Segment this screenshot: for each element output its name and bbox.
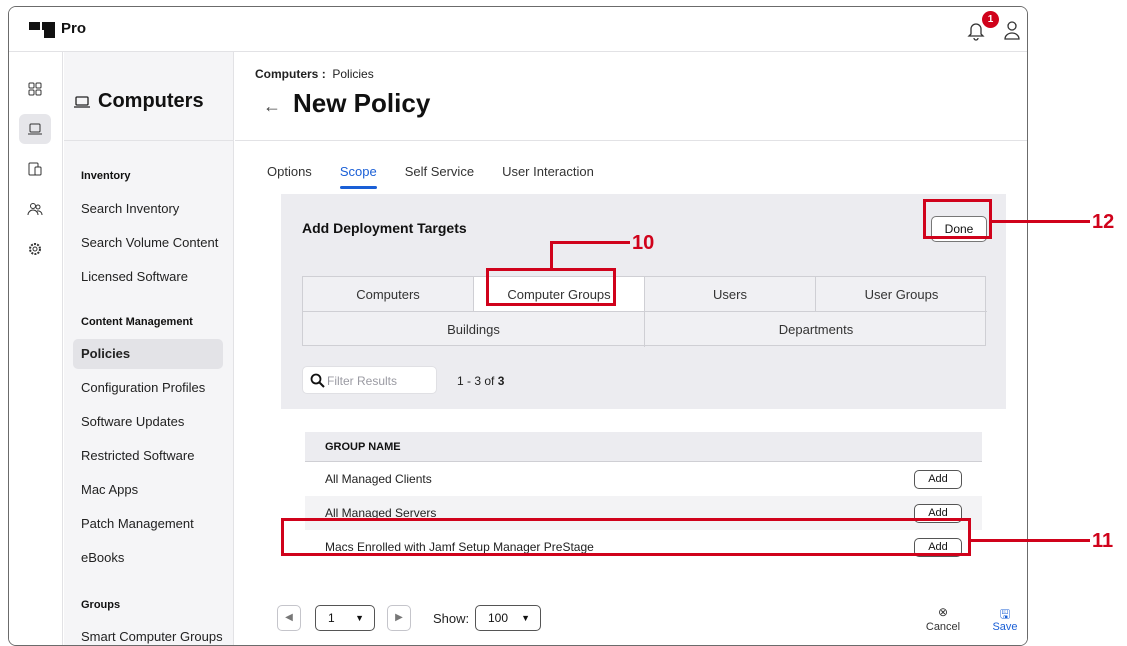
search-icon [310,373,325,388]
segment-departments[interactable]: Departments [645,312,987,347]
annotation-line [992,220,1090,223]
icon-rail [9,52,63,645]
annotation-number-12: 12 [1092,211,1115,233]
user-icon[interactable] [1003,20,1021,40]
breadcrumb-page: Policies [332,67,374,81]
annotation-line [550,241,553,269]
main-content: Computers : Policies ← New Policy Option… [235,52,1027,645]
rail-computers[interactable] [19,114,51,144]
rail-users[interactable] [19,194,51,224]
sidebar-heading-groups: Groups [81,599,121,611]
settings-icon [29,243,41,255]
group-name: All Managed Clients [325,472,432,486]
segment-buildings[interactable]: Buildings [303,312,645,347]
sidebar-item-search-volume-content[interactable]: Search Volume Content [73,228,223,258]
highlight-prestage-row [281,518,971,556]
logo-icon [29,22,55,38]
sidebar-item-policies[interactable]: Policies [73,339,223,369]
rail-devices[interactable] [19,154,51,184]
sidebar: Computers Inventory Search Inventory Sea… [64,52,234,645]
deployment-targets-panel: Add Deployment Targets Done Computers Co… [281,194,1006,409]
dashboard-icon [28,82,42,96]
results-count-prefix: 1 - 3 of [457,374,498,388]
rail-dashboard[interactable] [19,74,51,104]
sidebar-item-restricted-software[interactable]: Restricted Software [73,441,223,471]
sidebar-heading-inventory: Inventory [81,170,131,182]
divider [235,140,1027,141]
filter-box [302,366,437,394]
cancel-icon: ⊗ [937,605,949,619]
highlight-done-button [923,199,992,239]
sidebar-item-configuration-profiles[interactable]: Configuration Profiles [73,373,223,403]
annotation-line [550,241,630,244]
panel-title: Add Deployment Targets [302,220,467,236]
add-button[interactable]: Add [914,470,962,489]
sidebar-title-label: Computers [98,90,204,112]
breadcrumb: Computers : Policies [255,67,374,81]
page-select[interactable]: 1 ▼ [315,605,375,631]
divider [64,140,233,141]
cancel-button[interactable]: ⊗ Cancel [923,605,963,633]
laptop-icon [28,123,42,135]
tab-options[interactable]: Options [267,164,312,189]
segment-computers[interactable]: Computers [303,277,474,312]
sidebar-item-mac-apps[interactable]: Mac Apps [73,475,223,505]
tab-self-service[interactable]: Self Service [405,164,474,189]
page-size-select[interactable]: 100 ▼ [475,605,541,631]
chevron-down-icon: ▼ [521,613,530,623]
tab-user-interaction[interactable]: User Interaction [502,164,594,189]
annotation-number-10: 10 [632,232,655,254]
chevron-down-icon: ▼ [355,613,364,623]
next-page-button[interactable]: ▶ [387,605,411,631]
sidebar-item-smart-computer-groups[interactable]: Smart Computer Groups [73,622,223,645]
app-name: Pro [61,20,87,37]
table-row: All Managed Clients Add [305,462,982,496]
breadcrumb-section[interactable]: Computers [255,67,318,81]
results-count-total: 3 [497,374,505,388]
users-icon [27,203,43,216]
sidebar-item-patch-management[interactable]: Patch Management [73,509,223,539]
annotation-number-11: 11 [1092,530,1114,552]
sidebar-item-ebooks[interactable]: eBooks [73,543,223,573]
segment-users[interactable]: Users [645,277,816,312]
page-number: 1 [328,611,335,625]
cancel-label: Cancel [925,621,961,633]
results-count: 1 - 3 of 3 [457,374,504,388]
sidebar-heading-content-management: Content Management [81,316,193,328]
sidebar-item-software-updates[interactable]: Software Updates [73,407,223,437]
notification-badge[interactable]: 1 [982,11,999,28]
show-label: Show: [433,611,470,626]
sidebar-title: Computers [74,90,204,113]
back-arrow-icon[interactable]: ← [263,96,281,117]
tab-scope[interactable]: Scope [339,164,377,189]
save-label: Save [992,621,1018,633]
filter-input[interactable] [327,371,431,391]
highlight-computer-groups-segment [486,268,616,306]
devices-icon [28,162,42,176]
prev-page-button[interactable]: ◀ [277,605,301,631]
segment-user-groups[interactable]: User Groups [816,277,987,312]
sidebar-item-licensed-software[interactable]: Licensed Software [73,262,223,292]
save-icon: 🖫 [999,607,1011,621]
tab-bar: Options Scope Self Service User Interact… [267,164,594,189]
top-bar: Pro 1 [9,7,1027,52]
table-header: GROUP NAME [305,432,982,462]
rail-settings[interactable] [19,234,51,264]
target-type-selector: Computers Computer Groups Users User Gro… [302,276,987,347]
breadcrumb-separator: : [321,67,326,81]
page-title: New Policy [293,88,431,118]
page-size-value: 100 [488,611,509,625]
save-button[interactable]: 🖫 Save [985,605,1025,633]
annotation-line [971,539,1090,542]
laptop-icon [74,95,90,108]
footer-bar: ◀ 1 ▼ ▶ Show: 100 ▼ ⊗ Cancel 🖫 Save [235,593,1027,645]
sidebar-item-search-inventory[interactable]: Search Inventory [73,194,223,224]
